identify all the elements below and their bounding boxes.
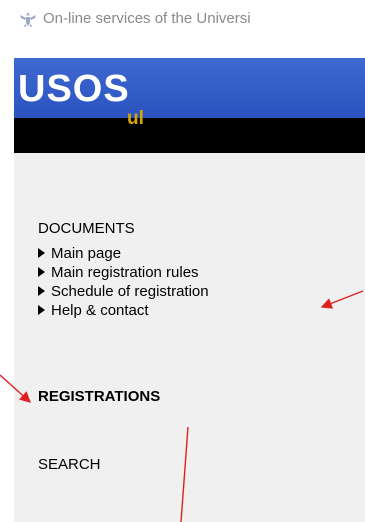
tab-title: On-line services of the Universi [43,10,251,27]
sidebar-item-main-page[interactable]: Main page [38,245,209,264]
ul-logo-sub: ul [127,108,144,129]
browser-tab[interactable]: On-line services of the Universi [0,0,365,38]
documents-list: Main page Main registration rules Schedu… [38,245,209,321]
usos-logo[interactable]: USOS [18,68,130,111]
section-title-registrations[interactable]: REGISTRATIONS [38,388,160,405]
section-title-documents[interactable]: DOCUMENTS [38,220,135,237]
university-eagle-icon [20,12,36,27]
sidebar-item-label: Main page [51,245,122,262]
triangle-bullet-icon [38,305,45,315]
sidebar-item-label: Help & contact [51,302,149,319]
triangle-bullet-icon [38,286,45,296]
sidebar-item-label: Schedule of registration [51,283,209,300]
sidebar-item-schedule-of-registration[interactable]: Schedule of registration [38,283,209,302]
triangle-bullet-icon [38,267,45,277]
site-header: USOS ul [14,58,365,153]
sidebar-item-label: Main registration rules [51,264,199,281]
triangle-bullet-icon [38,248,45,258]
sidebar-item-help-contact[interactable]: Help & contact [38,302,209,321]
sidebar-item-main-registration-rules[interactable]: Main registration rules [38,264,209,283]
header-black-band [14,118,365,153]
section-title-search[interactable]: SEARCH [38,456,101,473]
sidebar-menu: DOCUMENTS Main page Main registration ru… [14,153,365,522]
